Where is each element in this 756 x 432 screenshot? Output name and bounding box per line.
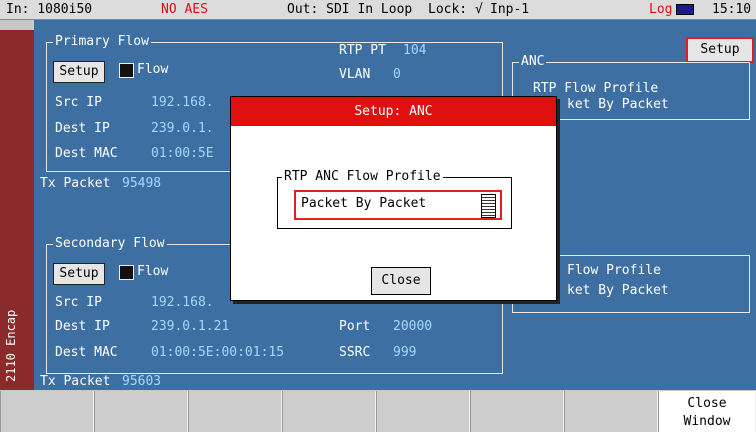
setup-anc-dialog: Setup: ANC RTP ANC Flow Profile Packet B… [230, 96, 557, 301]
secondary-src-ip-label: Src IP [55, 295, 102, 310]
secondary-tx-packet-label: Tx Packet [40, 374, 111, 389]
primary-tx-packet-label: Tx Packet [40, 176, 111, 191]
status-bar: In: 1080i50 NO AES Out: SDI In Loop Lock… [0, 0, 756, 20]
flow-profile-value: Packet By Packet [301, 196, 427, 211]
primary-flow-label: Flow [137, 62, 169, 77]
scroll-grip-icon[interactable] [481, 194, 496, 218]
anc-flow-profile-group: RTP ANC Flow Profile Packet By Packet [277, 169, 512, 229]
input-select: Inp-1 [490, 2, 530, 17]
main-top-strip [34, 20, 756, 30]
log-label: Log [649, 2, 673, 17]
secondary-profile-label: Flow Profile [567, 263, 661, 278]
softkey-3[interactable] [188, 391, 282, 432]
secondary-profile-value: ket By Packet [567, 283, 669, 298]
rtp-pt-label: RTP PT [339, 43, 386, 58]
flow-profile-select[interactable]: Packet By Packet [294, 190, 502, 220]
anc-setup-button[interactable]: Setup [686, 37, 754, 63]
softkey-2[interactable] [94, 391, 188, 432]
softkey-6[interactable] [470, 391, 564, 432]
close-window-softkey[interactable]: Close Window [658, 391, 756, 432]
vlan-label: VLAN [339, 67, 371, 82]
secondary-setup-button[interactable]: Setup [53, 263, 105, 285]
primary-dest-mac-label: Dest MAC [55, 146, 118, 161]
primary-dest-ip-label: Dest IP [55, 121, 110, 136]
primary-dest-ip-value: 239.0.1. [151, 121, 214, 136]
dialog-title: Setup: ANC [231, 97, 556, 126]
secondary-dest-mac-label: Dest MAC [55, 345, 118, 360]
clock: 15:10 [712, 2, 752, 17]
rtp-pt-value: 104 [403, 43, 427, 58]
secondary-flow-label: Flow [137, 264, 169, 279]
side-tab-label: 2110 Encap [4, 309, 18, 382]
primary-tx-packet-value: 95498 [122, 176, 162, 191]
secondary-flow-checkbox[interactable] [119, 265, 134, 280]
softkey-bar: Close Window [0, 391, 756, 432]
softkey-4[interactable] [282, 391, 376, 432]
anc-profile-label: RTP Flow Profile [533, 81, 659, 96]
primary-flow-legend: Primary Flow [53, 34, 151, 50]
primary-flow-checkbox[interactable] [119, 63, 134, 78]
primary-src-ip-label: Src IP [55, 95, 102, 110]
port-label: Port [339, 319, 371, 334]
output-status: Out: SDI In Loop [287, 2, 413, 17]
secondary-dest-ip-value: 239.0.1.21 [151, 319, 230, 334]
lock-status: Lock: √ [428, 2, 483, 17]
port-value: 20000 [393, 319, 433, 334]
ssrc-value: 999 [393, 345, 417, 360]
secondary-flow-legend: Secondary Flow [53, 236, 167, 252]
secondary-dest-mac-value: 01:00:5E:00:01:15 [151, 345, 285, 360]
anc-flow-profile-legend: RTP ANC Flow Profile [282, 169, 443, 185]
vlan-value: 0 [393, 67, 401, 82]
primary-dest-mac-value: 01:00:5E [151, 146, 214, 161]
input-format: In: 1080i50 [6, 2, 93, 17]
softkey-5[interactable] [376, 391, 470, 432]
primary-src-ip-value: 192.168. [151, 95, 214, 110]
secondary-tx-packet-value: 95603 [122, 374, 162, 389]
primary-setup-button[interactable]: Setup [53, 61, 105, 83]
anc-profile-value: ket By Packet [567, 97, 669, 112]
anc-legend: ANC [519, 54, 547, 70]
softkey-1[interactable] [0, 391, 94, 432]
side-tab[interactable]: 2110 Encap [0, 30, 34, 390]
softkey-7[interactable] [564, 391, 658, 432]
secondary-dest-ip-label: Dest IP [55, 319, 110, 334]
aes-status: NO AES [161, 2, 208, 17]
ssrc-label: SSRC [339, 345, 371, 360]
close-button[interactable]: Close [371, 267, 431, 295]
secondary-src-ip-value: 192.168. [151, 295, 214, 310]
